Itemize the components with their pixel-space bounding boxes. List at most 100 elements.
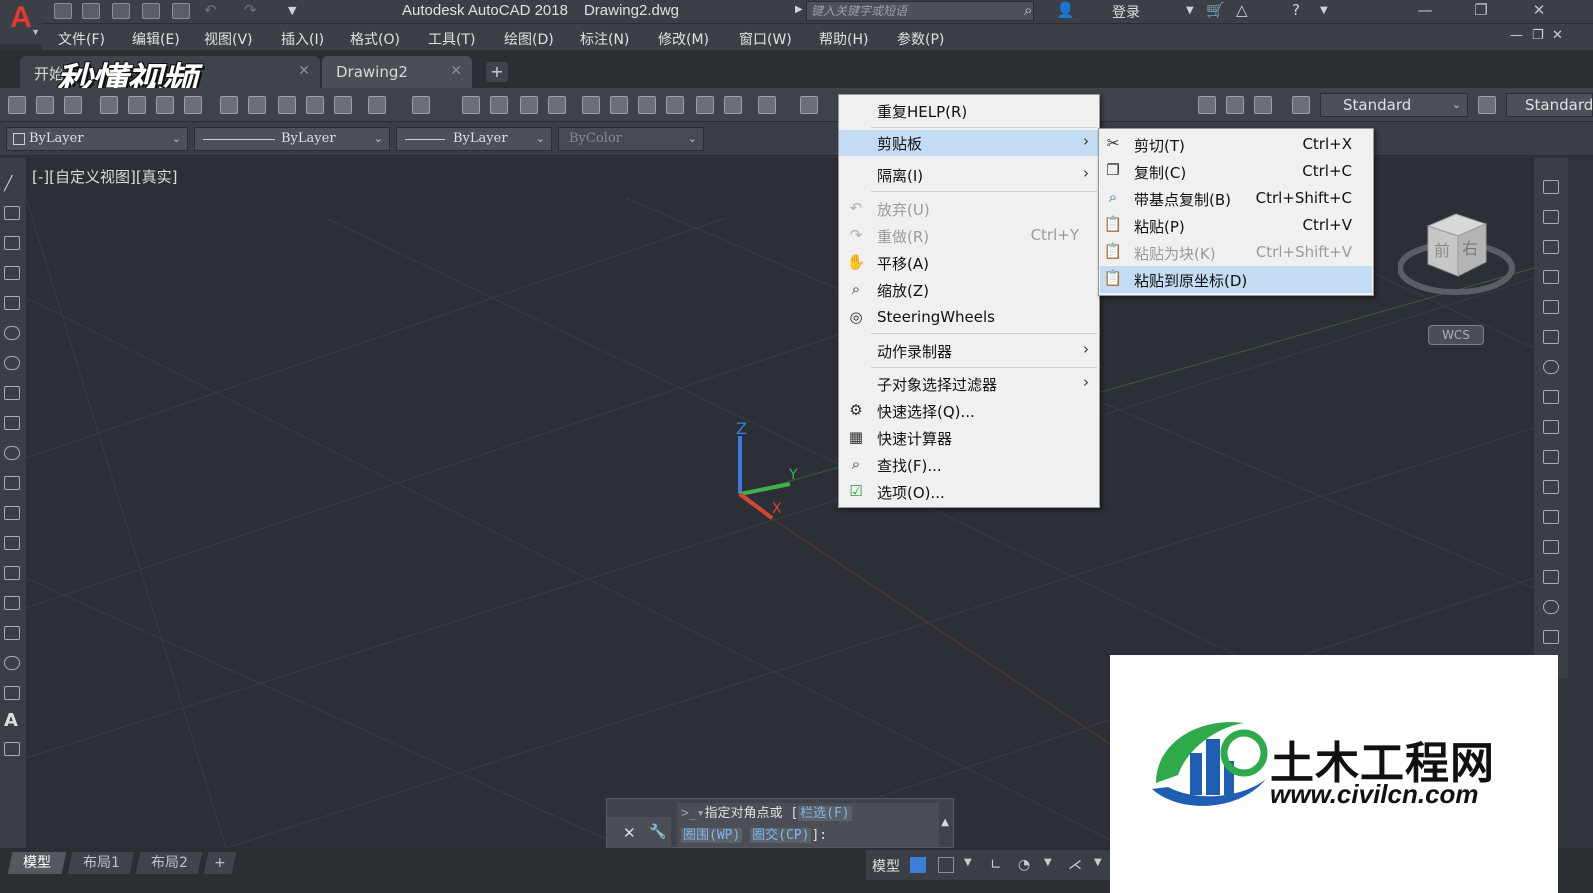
paste-icon[interactable] (278, 96, 296, 114)
offset-icon[interactable] (1543, 270, 1559, 284)
undo-icon[interactable] (368, 96, 386, 114)
preview-icon[interactable] (128, 96, 146, 114)
maximize-icon[interactable]: ❐ (1458, 0, 1504, 22)
rotate-icon[interactable] (1543, 360, 1559, 374)
arc-icon[interactable] (4, 326, 20, 340)
move-icon[interactable] (1543, 330, 1559, 344)
line-icon[interactable]: ╱ (4, 176, 20, 192)
viewcube[interactable]: 前 右 (1397, 204, 1518, 304)
pan-icon[interactable] (462, 96, 480, 114)
insert-block-icon[interactable] (4, 506, 20, 520)
circle-icon[interactable] (4, 356, 20, 370)
3d-print-icon[interactable] (184, 96, 202, 114)
rectangle-icon[interactable] (4, 296, 20, 310)
ellipse-icon[interactable] (4, 446, 20, 460)
chevron-up-icon[interactable]: ▲ (941, 817, 949, 828)
doc-close-icon[interactable]: ✕ (1552, 28, 1563, 43)
copy-object-icon[interactable] (1543, 210, 1559, 224)
layer-previous-icon[interactable] (1226, 96, 1244, 114)
publish-icon[interactable] (156, 96, 174, 114)
save-as-icon[interactable] (142, 3, 160, 19)
tab-close-icon[interactable]: ✕ (450, 63, 462, 79)
revcloud-icon[interactable] (4, 386, 20, 400)
submenu-item-copy-base-point[interactable]: ⌕ 带基点复制(B) Ctrl+Shift+C (1100, 185, 1372, 212)
redo-icon[interactable]: ↷ (244, 1, 257, 19)
polar-icon[interactable]: ◔ (1018, 857, 1034, 873)
polar-dropdown-icon[interactable]: ▼ (1044, 857, 1060, 873)
grid-icon[interactable] (910, 857, 926, 873)
a360-icon[interactable]: △ (1236, 1, 1248, 19)
erase-icon[interactable] (1543, 180, 1559, 194)
menu-file[interactable]: 文件(F) (58, 29, 105, 49)
save-icon[interactable] (112, 3, 130, 19)
menu-item-quick-select[interactable]: ⚙ 快速选择(Q)... (839, 398, 1099, 424)
cut-icon[interactable] (220, 96, 238, 114)
explode-icon[interactable] (1543, 630, 1559, 644)
tab-model[interactable]: 模型 (7, 852, 67, 874)
submenu-item-cut[interactable]: ✂ 剪切(T) Ctrl+X (1100, 131, 1372, 158)
polyline-icon[interactable] (4, 236, 20, 250)
mirror-icon[interactable] (1543, 240, 1559, 254)
hatch-icon[interactable] (4, 596, 20, 610)
open-file-icon[interactable] (82, 3, 100, 19)
dim-style-dropdown[interactable]: Standard (1506, 93, 1593, 117)
viewport-controls[interactable]: [-][自定义视图][真实] (32, 166, 178, 187)
gradient-icon[interactable] (4, 626, 20, 640)
spline-icon[interactable] (4, 416, 20, 430)
markup-icon[interactable] (696, 96, 714, 114)
point-icon[interactable] (4, 566, 20, 580)
menu-format[interactable]: 格式(O) (350, 29, 400, 49)
plot-icon[interactable] (100, 96, 118, 114)
redo-icon[interactable] (412, 96, 430, 114)
tab-drawing2[interactable]: Drawing2 ✕ (322, 56, 472, 88)
table-icon[interactable] (4, 686, 20, 700)
menu-item-steeringwheels[interactable]: ◎ SteeringWheels (839, 305, 1099, 331)
login-dropdown-icon[interactable]: ▼ (1186, 5, 1194, 16)
color-dropdown[interactable]: ByLayer ⌄ (6, 127, 188, 151)
tab-layout1[interactable]: 布局1 (67, 852, 135, 874)
save-icon[interactable] (64, 96, 82, 114)
add-layout-button[interactable]: + (203, 852, 237, 874)
help-icon[interactable]: ? (1292, 1, 1300, 19)
new-file-icon[interactable] (54, 3, 72, 19)
login-link[interactable]: 登录 (1112, 2, 1140, 22)
close-icon[interactable]: ✕ (1516, 0, 1562, 22)
construction-line-icon[interactable] (4, 206, 20, 220)
ellipse-arc-icon[interactable] (4, 476, 20, 490)
isodraft-icon[interactable]: ⋌ (1068, 857, 1084, 873)
fillet-icon[interactable] (1543, 600, 1559, 614)
layer-properties-icon[interactable] (800, 96, 818, 114)
binoculars-icon[interactable]: ⌕ (1024, 1, 1032, 19)
menu-item-clipboard[interactable]: 剪贴板 › (839, 130, 1099, 156)
cart-icon[interactable]: 🛒 (1206, 1, 1225, 19)
linetype-dropdown[interactable]: ByLayer ⌄ (194, 127, 390, 151)
extend-icon[interactable] (1543, 480, 1559, 494)
design-center-icon[interactable] (610, 96, 628, 114)
doc-minimize-icon[interactable]: — (1510, 28, 1523, 43)
text-style-icon[interactable] (1292, 96, 1310, 114)
ortho-icon[interactable]: ∟ (990, 857, 1006, 873)
menu-item-quick-calc[interactable]: ▦ 快速计算器 (839, 425, 1099, 451)
wcs-menu[interactable]: WCS (1428, 325, 1484, 345)
block-editor-icon[interactable] (334, 96, 352, 114)
zoom-previous-icon[interactable] (548, 96, 566, 114)
help-dropdown-icon[interactable]: ▼ (1320, 5, 1328, 16)
search-expand-icon[interactable]: ▶ (795, 4, 803, 15)
menu-insert[interactable]: 插入(I) (281, 29, 324, 49)
tool-palettes-icon[interactable] (638, 96, 656, 114)
menu-draw[interactable]: 绘图(D) (504, 29, 554, 49)
command-line[interactable]: ✕ 🔧 >_▾指定对角点或 [栏选(F) 圈围(WP) 圈交(CP)]: ▲ (606, 798, 954, 849)
lineweight-dropdown[interactable]: ByLayer ⌄ (396, 127, 552, 151)
menu-parametric[interactable]: 参数(P) (897, 29, 944, 49)
app-menu-button[interactable]: A ▼ (0, 0, 42, 44)
add-selected-icon[interactable] (4, 742, 20, 756)
dim-style-icon[interactable] (1478, 96, 1496, 114)
properties-icon[interactable] (582, 96, 600, 114)
join-icon[interactable] (1543, 540, 1559, 554)
array-icon[interactable] (1543, 300, 1559, 314)
make-current-layer-icon[interactable] (1254, 96, 1272, 114)
tab-layout2[interactable]: 布局2 (135, 852, 203, 874)
print-icon[interactable] (172, 3, 190, 19)
snap-dropdown-icon[interactable]: ▼ (964, 857, 980, 873)
submenu-item-copy[interactable]: ❐ 复制(C) Ctrl+C (1100, 158, 1372, 185)
